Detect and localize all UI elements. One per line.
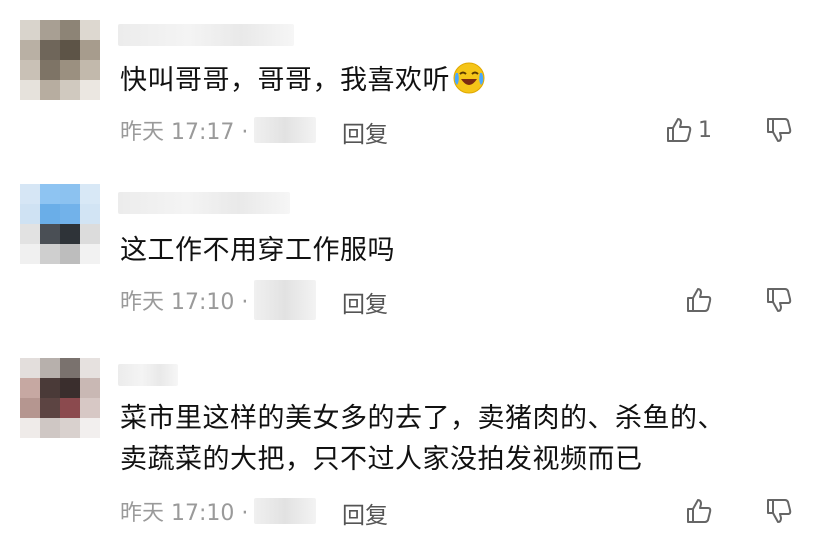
thumbs-up-icon	[687, 499, 712, 523]
comment-meta: 昨天 17:10 ·	[120, 280, 317, 320]
like-button[interactable]	[684, 285, 714, 315]
location-blurred	[254, 498, 317, 524]
comment-text-line: 菜市里这样的美女多的去了，卖猪肉的、杀鱼的、	[120, 403, 725, 434]
location-blurred	[254, 117, 317, 143]
thumbs-down-icon	[767, 118, 792, 142]
reply-button[interactable]: 回复	[342, 115, 388, 149]
thumbs-down-icon	[767, 499, 792, 523]
comment-time: 昨天 17:17 ·	[120, 120, 249, 145]
laughing-crying-emoji-icon	[453, 62, 485, 94]
reply-button[interactable]: 回复	[342, 496, 388, 530]
comment-meta: 昨天 17:17 ·	[120, 115, 317, 145]
dislike-button[interactable]	[764, 496, 794, 526]
avatar[interactable]	[20, 358, 100, 438]
comment-text: 菜市里这样的美女多的去了，卖猪肉的、杀鱼的、 卖蔬菜的大把，只不过人家没拍发视频…	[120, 398, 788, 480]
avatar[interactable]	[20, 184, 100, 264]
username-blurred[interactable]	[118, 24, 294, 46]
like-count: 1	[698, 117, 712, 143]
avatar[interactable]	[20, 20, 100, 100]
thumbs-down-icon	[767, 288, 792, 312]
dislike-button[interactable]	[764, 285, 794, 315]
like-button[interactable]: 1	[664, 115, 712, 145]
comment-text: 这工作不用穿工作服吗	[120, 235, 395, 266]
comment-text-line: 卖蔬菜的大把，只不过人家没拍发视频而已	[120, 444, 643, 475]
thumbs-up-icon	[687, 288, 712, 312]
location-blurred	[254, 280, 317, 320]
comment-text: 快叫哥哥，哥哥，我喜欢听	[120, 60, 788, 101]
comment-time: 昨天 17:10 ·	[120, 501, 249, 526]
dislike-button[interactable]	[764, 115, 794, 145]
username-blurred[interactable]	[118, 192, 290, 214]
reply-button[interactable]: 回复	[342, 285, 388, 319]
comment-time: 昨天 17:10 ·	[120, 290, 249, 315]
thumbs-up-icon	[667, 118, 692, 142]
comment-meta: 昨天 17:10 ·	[120, 496, 317, 526]
username-blurred[interactable]	[118, 364, 178, 386]
like-button[interactable]	[684, 496, 714, 526]
